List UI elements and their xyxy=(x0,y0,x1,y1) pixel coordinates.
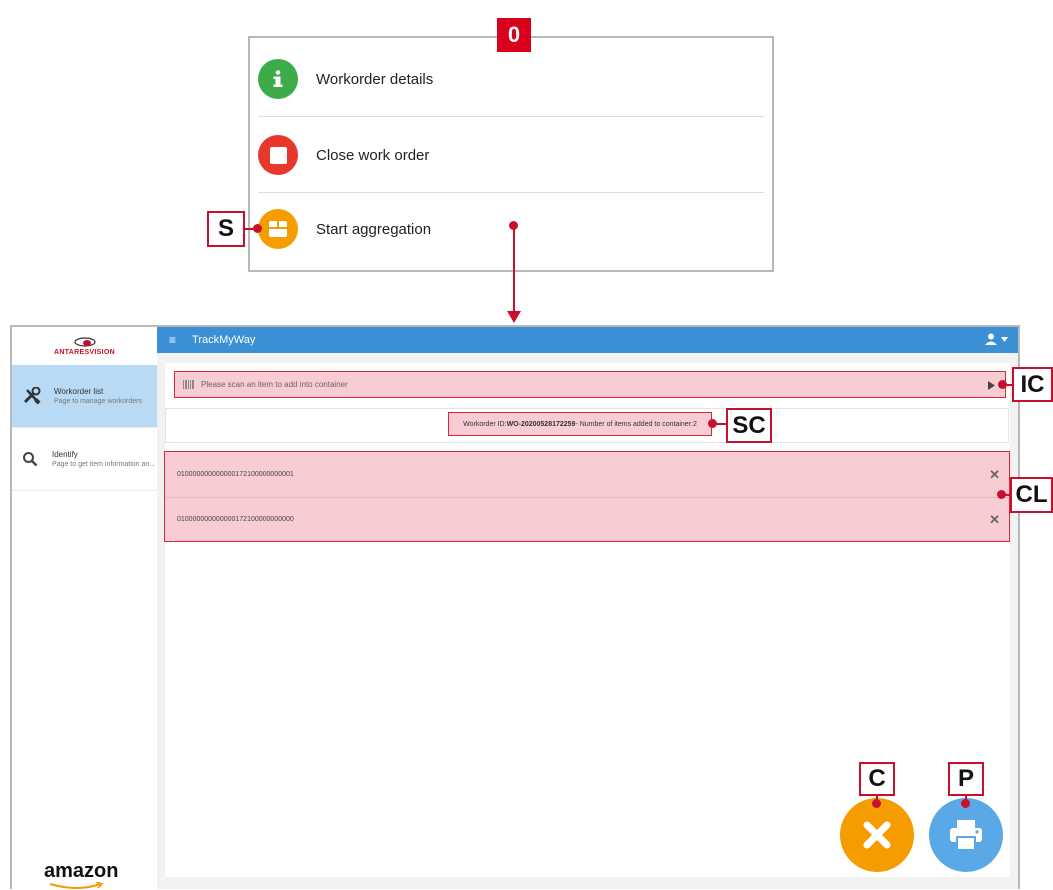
sidebar-item-title: Workorder list xyxy=(54,387,104,396)
sidebar: ANTARESVISION Workorder list Page to man… xyxy=(12,327,158,889)
antares-logo-mark xyxy=(73,336,96,347)
search-icon xyxy=(23,452,38,467)
popup-number-badge: 0 xyxy=(497,18,531,52)
submit-arrow-icon[interactable] xyxy=(988,381,995,390)
workorder-status: Workorder ID: WO-20200528172259 - Number… xyxy=(448,412,712,436)
info-icon xyxy=(258,59,298,99)
item-code: 010000000000000172100000000000 xyxy=(177,516,294,523)
callout-ic: IC xyxy=(1012,367,1053,402)
hamburger-menu-icon[interactable]: ≡ xyxy=(169,333,176,347)
callout-dot xyxy=(998,380,1007,389)
sidebar-item-subtitle: Page to manage workorders xyxy=(54,398,142,405)
callout-cl: CL xyxy=(1010,477,1053,513)
sidebar-item-identify[interactable]: Identify Page to get item information an… xyxy=(12,428,157,491)
callout-dot xyxy=(708,419,717,428)
menu-label: Workorder details xyxy=(316,70,434,88)
menu-item-workorder-details[interactable]: Workorder details xyxy=(258,42,764,117)
callout-dot xyxy=(253,224,262,233)
remove-item-icon[interactable]: ✕ xyxy=(989,467,1000,483)
callout-c: C xyxy=(859,762,895,796)
menu-item-close-work-order[interactable]: Close work order xyxy=(258,118,764,193)
stop-icon xyxy=(258,135,298,175)
scan-placeholder: Please scan an item to add into containe… xyxy=(201,380,348,389)
callout-p: P xyxy=(948,762,984,796)
tools-icon xyxy=(23,387,41,405)
callout-dot xyxy=(872,799,881,808)
app-title: TrackMyWay xyxy=(192,334,256,346)
close-icon xyxy=(863,821,891,849)
cancel-button[interactable] xyxy=(840,798,914,872)
printer-icon xyxy=(950,820,982,851)
caret-down-icon xyxy=(1001,336,1008,342)
print-button[interactable] xyxy=(929,798,1003,872)
workorder-action-menu: Workorder details Close work order Start… xyxy=(248,36,774,272)
sidebar-item-subtitle: Page to get item information an... xyxy=(52,461,156,468)
callout-dot xyxy=(961,799,970,808)
menu-label: Close work order xyxy=(316,146,430,164)
user-icon xyxy=(985,333,997,345)
app-header: ≡ TrackMyWay xyxy=(157,327,1018,353)
amazon-logo-text: amazon xyxy=(44,860,119,882)
amazon-logo: amazon xyxy=(44,860,119,889)
box-icon xyxy=(258,209,298,249)
workorder-id: WO-20200528172259 xyxy=(506,420,576,428)
item-count: 2 xyxy=(692,420,697,428)
remove-item-icon[interactable]: ✕ xyxy=(989,512,1000,528)
list-item: 010000000000000172100000000000 ✕ xyxy=(165,497,1009,542)
sidebar-item-title: Identify xyxy=(52,450,78,459)
antares-logo: ANTARESVISION xyxy=(12,327,157,365)
status-prefix: Workorder ID: xyxy=(463,420,507,428)
arrow-down-icon xyxy=(507,311,521,323)
logo-text: ANTARESVISION xyxy=(54,348,115,356)
sidebar-item-workorder-list[interactable]: Workorder list Page to manage workorders xyxy=(12,365,157,428)
scan-input[interactable]: Please scan an item to add into containe… xyxy=(174,371,1006,398)
item-code: 010000000000000172100000000001 xyxy=(177,471,294,478)
callout-dot xyxy=(509,221,518,230)
callout-sc: SC xyxy=(726,408,772,443)
list-item: 010000000000000172100000000001 ✕ xyxy=(165,452,1009,498)
user-menu[interactable] xyxy=(985,333,1008,345)
barcode-icon xyxy=(183,380,194,389)
callout-dot xyxy=(997,490,1006,499)
menu-label: Start aggregation xyxy=(316,220,432,238)
arrow-line xyxy=(513,226,515,314)
container-item-list: 010000000000000172100000000001 ✕ 0100000… xyxy=(164,451,1010,542)
callout-s: S xyxy=(207,211,245,247)
status-middle: - Number of items added to container: xyxy=(575,420,693,428)
